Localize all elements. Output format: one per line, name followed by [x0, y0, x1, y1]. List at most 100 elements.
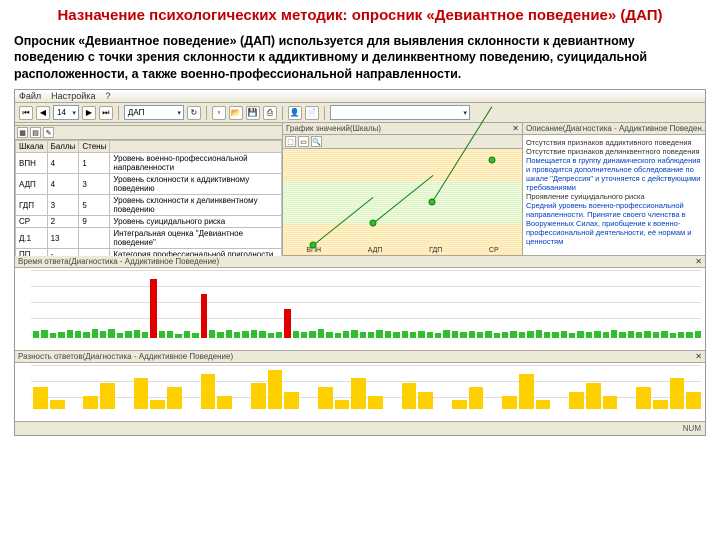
bar — [494, 333, 500, 338]
bar — [544, 332, 550, 338]
text-line: Помещается в группу динамического наблюд… — [526, 156, 702, 192]
open-icon[interactable]: 📂 — [229, 106, 243, 120]
menu-file[interactable]: Файл — [19, 91, 41, 101]
chart-tool-icon[interactable]: ▭ — [298, 136, 309, 147]
col-desc[interactable] — [110, 141, 282, 153]
table-row[interactable]: АДП43Уровень склонности к аддиктивному п… — [16, 174, 282, 195]
bar — [301, 332, 307, 338]
bar — [309, 331, 315, 338]
bar — [192, 333, 198, 338]
table-cell: АДП — [16, 174, 48, 195]
bar — [569, 333, 575, 338]
tool-icon[interactable]: ✎ — [43, 127, 54, 138]
bar — [83, 396, 98, 409]
nav-position[interactable]: 14 — [53, 105, 79, 120]
nav-next-icon[interactable]: ▶ — [82, 106, 96, 120]
bar — [418, 331, 424, 338]
nav-first-icon[interactable]: ⏮ — [19, 106, 33, 120]
bar-chart-2-area[interactable] — [15, 363, 705, 421]
bar — [569, 392, 584, 410]
nav-prev-icon[interactable]: ◀ — [36, 106, 50, 120]
bar-chart-2-pane: Разность ответов(Диагностика - Аддиктивн… — [15, 351, 705, 421]
bar — [393, 332, 399, 338]
save-icon[interactable]: 💾 — [246, 106, 260, 120]
bar — [284, 309, 290, 338]
bar — [318, 387, 333, 409]
bar — [519, 374, 534, 409]
line-chart-pane: График значений(Шкалы)✕ ⬚ ▭ 🔍 ВПН АДП ГД… — [283, 123, 523, 255]
col-scale[interactable]: Шкала — [16, 141, 48, 153]
table-cell: 13 — [47, 228, 79, 249]
line-chart-toolbar: ⬚ ▭ 🔍 — [283, 135, 522, 149]
bar — [670, 333, 676, 338]
refresh-icon[interactable]: ↻ — [187, 106, 201, 120]
bar — [108, 329, 114, 338]
report-icon[interactable]: 📄 — [305, 106, 319, 120]
bar — [418, 392, 433, 410]
bar — [443, 330, 449, 338]
bar — [234, 332, 240, 338]
bar — [41, 330, 47, 338]
close-icon[interactable]: ✕ — [695, 257, 702, 266]
bar — [510, 331, 516, 338]
bar — [242, 331, 248, 338]
bar — [644, 331, 650, 338]
bar — [351, 378, 366, 409]
desc-strong: Опросник «Девиантное поведение» (ДАП) — [14, 34, 279, 48]
bar — [167, 387, 182, 409]
col-score[interactable]: Баллы — [47, 141, 79, 153]
menu-settings[interactable]: Настройка — [51, 91, 95, 101]
bar — [603, 396, 618, 409]
bar — [477, 332, 483, 338]
table-row[interactable]: Д.113Интегральная оценка "Девиантное пов… — [16, 228, 282, 249]
bar — [619, 332, 625, 338]
nav-last-icon[interactable]: ⏭ — [99, 106, 113, 120]
bar — [268, 333, 274, 338]
method-combo[interactable]: ДАП — [124, 105, 184, 120]
bar — [670, 378, 685, 409]
bar — [636, 387, 651, 409]
chart-tool-icon[interactable]: ⬚ — [285, 136, 296, 147]
menu-help[interactable]: ? — [105, 91, 110, 101]
zoom-icon[interactable]: 🔍 — [311, 136, 322, 147]
bar — [201, 374, 216, 409]
bar — [326, 332, 332, 338]
close-icon[interactable]: ✕ — [512, 124, 519, 133]
tool-icon[interactable]: ▤ — [30, 127, 41, 138]
table-cell: Уровень склонности к делинквентному пове… — [110, 195, 282, 216]
table-row[interactable]: ВПН41Уровень военно-профессиональной нап… — [16, 153, 282, 174]
data-point — [429, 199, 436, 206]
table-cell: 5 — [79, 195, 110, 216]
user-icon[interactable]: 👤 — [288, 106, 302, 120]
tool-icon[interactable]: ▦ — [17, 127, 28, 138]
table-row[interactable]: СР29Уровень суицидального риска — [16, 216, 282, 228]
bar1-title: Время ответа(Диагностика - Аддиктивное П… — [18, 257, 219, 266]
table-row[interactable]: ГДП35Уровень склонности к делинквентному… — [16, 195, 282, 216]
new-icon[interactable]: ▫ — [212, 106, 226, 120]
text-line: Проявление суицидального риска — [526, 192, 702, 201]
bar — [351, 330, 357, 338]
line-chart-area[interactable]: ВПН АДП ГДП СР — [283, 149, 522, 255]
bar — [460, 332, 466, 338]
bar-chart-1-area[interactable] — [15, 268, 705, 350]
text-line: Средний уровень военно-профессиональной … — [526, 201, 702, 246]
data-point — [489, 156, 496, 163]
table-cell: 1 — [79, 153, 110, 174]
x-label: ГДП — [429, 247, 442, 254]
table-cell: Уровень военно-профессиональной направле… — [110, 153, 282, 174]
table-pane: Результаты расчёта шкал(Диагностика Адди… — [15, 123, 283, 255]
bar — [695, 331, 701, 338]
table-cell: Уровень суицидального риска — [110, 216, 282, 228]
scales-table: Шкала Баллы Стены ВПН41Уровень военно-пр… — [15, 140, 282, 261]
bar — [636, 332, 642, 338]
search-combo[interactable] — [330, 105, 470, 120]
print-icon[interactable]: ⎙ — [263, 106, 277, 120]
col-sten[interactable]: Стены — [79, 141, 110, 153]
bar — [653, 332, 659, 338]
close-icon[interactable]: ✕ — [695, 352, 702, 361]
menubar: Файл Настройка ? — [15, 90, 705, 103]
bar — [184, 331, 190, 338]
bar — [469, 331, 475, 338]
table-cell: 2 — [47, 216, 79, 228]
bar — [284, 392, 299, 410]
